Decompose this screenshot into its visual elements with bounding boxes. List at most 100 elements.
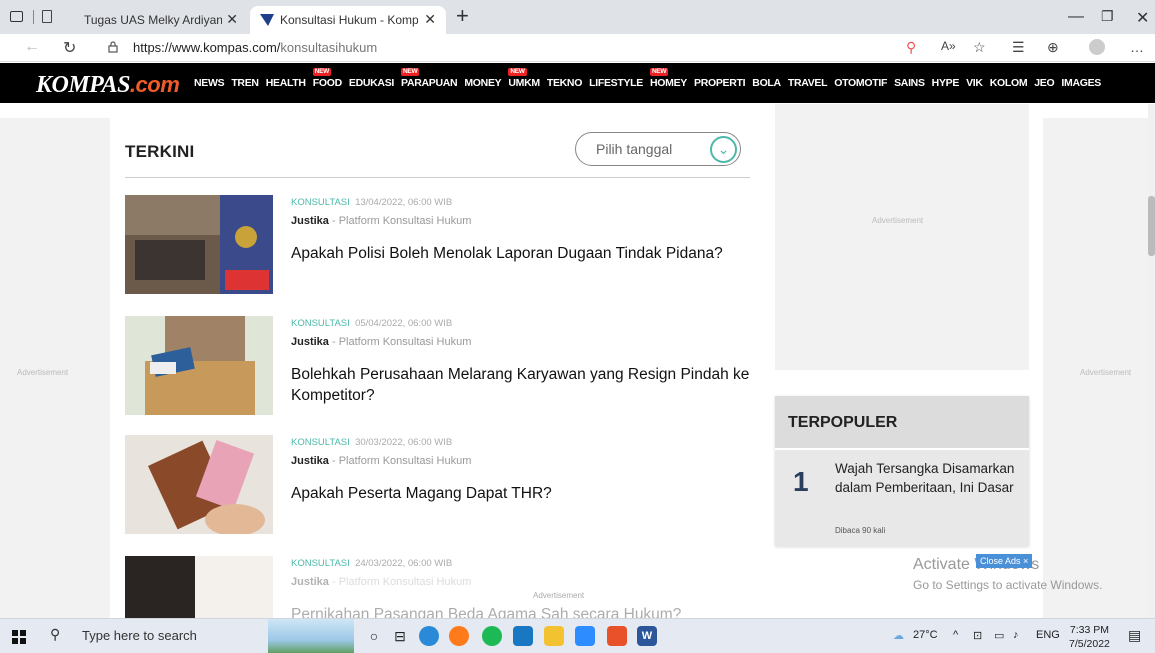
nav-link-properti[interactable]: PROPERTI <box>694 77 746 89</box>
nav-link-tren[interactable]: TREN <box>231 77 259 89</box>
article-date: 24/03/2022, 06:00 WIB <box>355 558 453 569</box>
spotify-icon[interactable] <box>482 626 502 646</box>
windows-taskbar: ⚲ Type here to search ○ ⊟ W ☁ 27°C ^ ⊡ ▭… <box>0 618 1155 653</box>
scrollbar-thumb[interactable] <box>1148 196 1155 256</box>
article-title[interactable]: Apakah Peserta Magang Dapat THR? <box>291 483 751 504</box>
profile-avatar-icon[interactable] <box>1089 39 1105 55</box>
nav-link-tekno[interactable]: TEKNO <box>547 77 583 89</box>
popular-title[interactable]: Wajah Tersangka Disamarkan dalam Pemberi… <box>835 459 1015 497</box>
article-thumbnail[interactable] <box>125 316 273 415</box>
article-thumbnail[interactable] <box>125 195 273 294</box>
favorite-icon[interactable]: ☆ <box>973 39 986 56</box>
mail-icon[interactable] <box>513 626 533 646</box>
article-category[interactable]: KONSULTASI <box>291 437 350 448</box>
restore-icon[interactable]: ❐ <box>1101 8 1114 25</box>
page-scrollbar[interactable] <box>1148 104 1155 618</box>
weather-icon[interactable]: ☁ <box>893 629 904 642</box>
nav-link-travel[interactable]: TRAVEL <box>788 77 828 89</box>
refresh-icon[interactable]: ↻ <box>63 38 76 58</box>
new-badge: NEW <box>401 68 420 76</box>
article-item[interactable]: KONSULTASI 05/04/2022, 06:00 WIB Justika… <box>125 316 750 415</box>
tray-expand-icon[interactable]: ^ <box>953 629 958 641</box>
close-window-icon[interactable]: ✕ <box>1136 8 1149 28</box>
date-picker[interactable]: Pilih tanggal ⌄ <box>575 132 741 166</box>
word-icon[interactable]: W <box>637 626 657 646</box>
minimize-icon[interactable]: — <box>1068 8 1084 26</box>
collections-icon[interactable]: ⊕ <box>1047 39 1059 56</box>
article-item[interactable]: KONSULTASI 13/04/2022, 06:00 WIB Justika… <box>125 195 750 294</box>
article-meta: KONSULTASI 13/04/2022, 06:00 WIB <box>291 197 452 208</box>
tab-actions-icon[interactable] <box>10 11 23 22</box>
browser-tab-tugas[interactable]: Tugas UAS Melky Ardiyansa ✕ <box>56 6 248 34</box>
wedding-couple-image <box>125 556 273 618</box>
notification-icon[interactable]: ▤ <box>1128 627 1141 644</box>
kompas-logo[interactable]: KOMPAS.com <box>36 72 180 99</box>
more-icon[interactable]: … <box>1130 39 1144 55</box>
search-placeholder: Type here to search <box>82 628 197 643</box>
article-category[interactable]: KONSULTASI <box>291 318 350 329</box>
source-desc: - Platform Konsultasi Hukum <box>331 215 472 227</box>
nav-link-vik[interactable]: VIK <box>966 77 983 89</box>
browser-tab-kompas[interactable]: Konsultasi Hukum - Kompas.com ✕ <box>250 6 446 34</box>
nav-link-parapuan[interactable]: PARAPUAN NEW <box>401 68 458 89</box>
new-tab-button[interactable]: + <box>456 3 469 29</box>
read-aloud-icon[interactable]: A» <box>941 39 956 53</box>
close-ads-button[interactable]: Close Ads × <box>976 554 1033 568</box>
source-name[interactable]: Justika <box>291 455 329 467</box>
article-title[interactable]: Apakah Polisi Boleh Menolak Laporan Duga… <box>291 243 751 264</box>
chevron-down-icon[interactable]: ⌄ <box>710 136 737 163</box>
close-icon[interactable]: ✕ <box>424 11 436 28</box>
article-category[interactable]: KONSULTASI <box>291 558 350 569</box>
new-badge: NEW <box>649 68 669 76</box>
article-thumbnail[interactable] <box>125 435 273 534</box>
article-thumbnail[interactable] <box>125 556 273 618</box>
cortana-icon[interactable]: ○ <box>364 626 384 646</box>
article-item[interactable]: KONSULTASI 24/03/2022, 06:00 WIB Justika… <box>125 556 750 618</box>
back-icon[interactable]: ← <box>24 38 40 56</box>
nav-link-label: EDUKASI <box>348 77 395 89</box>
article-category[interactable]: KONSULTASI <box>291 197 350 208</box>
nav-link-jeo[interactable]: JEO <box>1034 77 1054 89</box>
windows-start-icon[interactable] <box>12 630 26 644</box>
article-source: Justika - Platform Konsultasi Hukum <box>291 215 471 227</box>
nav-link-health[interactable]: HEALTH <box>266 77 306 89</box>
nav-link-otomotif[interactable]: OTOMOTIF <box>834 77 887 89</box>
popular-read-count: Dibaca 90 kali <box>835 526 886 535</box>
article-title[interactable]: Bolehkah Perusahaan Melarang Karyawan ya… <box>291 364 751 406</box>
sublime-icon[interactable] <box>607 626 627 646</box>
nav-link-kolom[interactable]: KOLOM <box>990 77 1028 89</box>
url-field[interactable]: https://www.kompas.com/konsultasihukum <box>133 40 377 55</box>
battery-icon[interactable]: ▭ <box>994 629 1004 642</box>
tracking-icon[interactable]: ⚲ <box>906 39 916 56</box>
close-icon[interactable]: ✕ <box>226 11 238 28</box>
taskbar-clock[interactable]: 7:33 PM 7/5/2022 <box>1069 623 1110 651</box>
task-view-icon[interactable]: ⊟ <box>390 626 410 646</box>
article-title[interactable]: Pernikahan Pasangan Beda Agama Sah secar… <box>291 604 750 618</box>
nav-link-bola[interactable]: BOLA <box>752 77 781 89</box>
source-name[interactable]: Justika <box>291 336 329 348</box>
language-indicator[interactable]: ENG <box>1036 629 1060 641</box>
file-explorer-icon[interactable] <box>544 626 564 646</box>
nav-link-homey[interactable]: HOMEY NEW <box>649 68 687 89</box>
nav-link-food[interactable]: FOOD NEW <box>312 68 342 89</box>
nav-link-umkm[interactable]: UMKM NEW <box>508 68 540 89</box>
nav-link-lifestyle[interactable]: LIFESTYLE <box>589 77 643 89</box>
search-highlight-image[interactable] <box>268 619 354 653</box>
article-item[interactable]: KONSULTASI 30/03/2022, 06:00 WIB Justika… <box>125 435 750 534</box>
network-icon[interactable]: ⊡ <box>973 629 982 642</box>
nav-link-money[interactable]: MONEY <box>464 77 501 89</box>
source-name[interactable]: Justika <box>291 576 329 588</box>
nav-link-hype[interactable]: HYPE <box>932 77 960 89</box>
source-name[interactable]: Justika <box>291 215 329 227</box>
nav-link-images[interactable]: IMAGES <box>1061 77 1101 89</box>
nav-link-sains[interactable]: SAINS <box>894 77 925 89</box>
favorites-list-icon[interactable]: ☰ <box>1012 39 1025 56</box>
nav-link-news[interactable]: NEWS <box>194 77 225 89</box>
nav-link-edukasi[interactable]: EDUKASI <box>349 77 394 89</box>
zoom-icon[interactable] <box>575 626 595 646</box>
edge-icon[interactable] <box>419 626 439 646</box>
lock-icon[interactable] <box>108 41 118 53</box>
temperature[interactable]: 27°C <box>913 629 938 641</box>
firefox-icon[interactable] <box>449 626 469 646</box>
volume-icon[interactable]: ♪ <box>1013 629 1019 641</box>
